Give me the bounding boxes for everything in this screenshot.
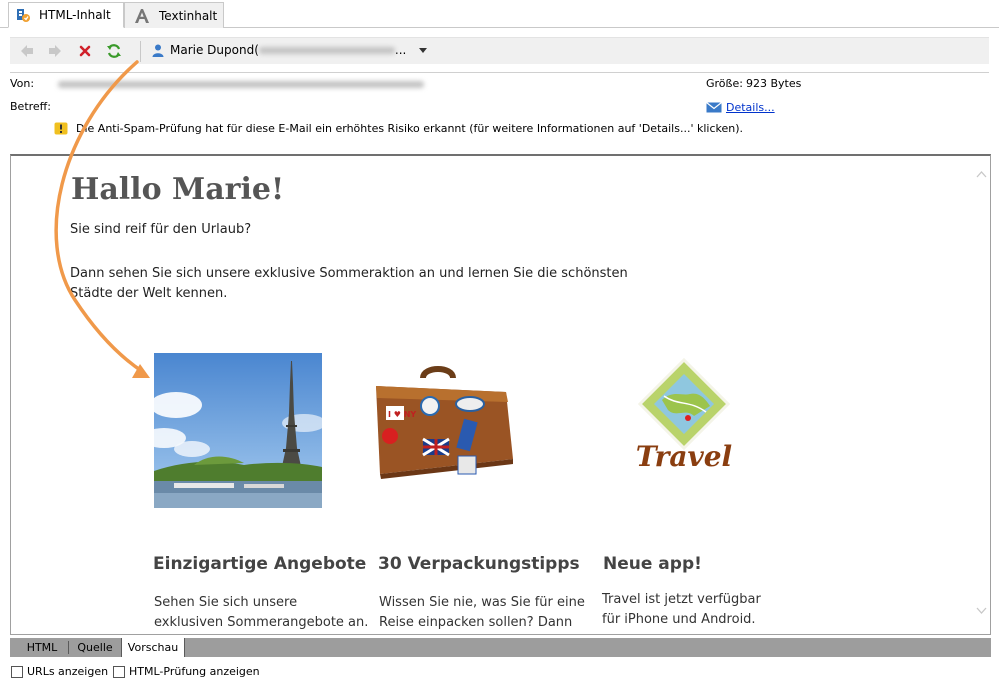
- header-divider: [10, 72, 989, 73]
- card-text-packing-tips: Wissen Sie nie, was Sie für eine Reise e…: [379, 595, 585, 630]
- toolbar-separator: [140, 41, 141, 62]
- account-ellipsis: ...: [394, 43, 407, 57]
- card-text-offers: Sehen Sie sich unsere exklusiven Sommera…: [154, 595, 369, 630]
- chevron-down-icon: [419, 48, 428, 53]
- card-title-offers: Einzigartige Angebote: [153, 554, 367, 574]
- toolbar: Marie Dupond ( ...: [10, 37, 989, 64]
- warning-icon: [54, 122, 68, 135]
- mail-envelope-icon: [706, 102, 722, 113]
- account-name: Marie Dupond: [170, 43, 255, 57]
- tab-source-view[interactable]: Quelle: [69, 638, 121, 657]
- redacted-email: [258, 46, 395, 54]
- vertical-scrollbar[interactable]: [973, 156, 990, 634]
- email-body-line-2: Städte der Welt kennen.: [70, 286, 228, 301]
- forward-button[interactable]: [46, 42, 64, 60]
- html-content-icon: [17, 9, 30, 22]
- travel-logo-text: Travel: [636, 440, 732, 473]
- close-icon: [79, 45, 91, 57]
- size-label: Größe:: [706, 77, 743, 90]
- text-A-icon: [135, 8, 149, 23]
- tab-preview-view[interactable]: Vorschau: [121, 638, 185, 657]
- size-value: 923 Bytes: [746, 77, 802, 90]
- refresh-icon: [107, 44, 121, 58]
- email-body-line-1: Dann sehen Sie sich unsere exklusive Som…: [70, 266, 628, 281]
- spam-warning-text: Die Anti-Spam-Prüfung hat für diese E-Ma…: [76, 122, 744, 135]
- scroll-up-icon[interactable]: [976, 170, 987, 178]
- toolbar-area: Marie Dupond ( ...: [0, 28, 999, 73]
- tab-bar: HTML-Inhalt Textinhalt: [0, 0, 999, 28]
- email-intro-line: Sie sind reif für den Urlaub?: [70, 222, 252, 237]
- show-html-check-label: HTML-Prüfung anzeigen: [129, 665, 260, 678]
- show-urls-checkbox[interactable]: URLs anzeigen: [11, 665, 108, 678]
- details-link[interactable]: Details...: [726, 101, 775, 114]
- redacted-from-address: [58, 81, 424, 88]
- tab-html-content-label: HTML-Inhalt: [39, 8, 111, 22]
- back-button[interactable]: [18, 42, 36, 60]
- suitcase-image: I ♥ NY: [376, 366, 513, 479]
- tab-html-content[interactable]: HTML-Inhalt: [8, 2, 124, 28]
- delete-button[interactable]: [76, 42, 94, 60]
- travel-app-logo: Travel: [636, 357, 732, 473]
- arrow-right-icon: [49, 45, 61, 57]
- show-html-check-checkbox[interactable]: HTML-Prüfung anzeigen: [113, 665, 260, 678]
- suitcase-sticker-ny: I ♥ NY: [388, 410, 416, 419]
- eiffel-tower-image: [154, 353, 322, 508]
- arrow-left-icon: [21, 45, 33, 57]
- card-text-new-app: Travel ist jetzt verfügbar für iPhone un…: [602, 592, 761, 627]
- show-urls-label: URLs anzeigen: [27, 665, 109, 678]
- subject-label: Betreff:: [10, 100, 51, 113]
- scroll-down-icon[interactable]: [976, 607, 987, 615]
- tab-text-content[interactable]: Textinhalt: [124, 2, 224, 28]
- view-mode-tabs: HTML Quelle Vorschau: [10, 638, 991, 657]
- show-html-check-box[interactable]: [113, 665, 125, 678]
- card-title-packing-tips: 30 Verpackungstipps: [378, 554, 580, 574]
- account-selector[interactable]: Marie Dupond ( ...: [152, 43, 428, 57]
- email-preview[interactable]: Hallo Marie! Sie sind reif für den Urlau…: [10, 154, 991, 635]
- card-title-new-app: Neue app!: [603, 554, 702, 574]
- show-urls-box[interactable]: [11, 665, 23, 678]
- from-label: Von:: [10, 77, 35, 90]
- email-greeting: Hallo Marie!: [71, 172, 285, 207]
- user-icon: [152, 44, 164, 57]
- tab-html-view[interactable]: HTML: [16, 638, 68, 657]
- refresh-button[interactable]: [105, 42, 123, 60]
- tab-text-content-label: Textinhalt: [159, 8, 218, 23]
